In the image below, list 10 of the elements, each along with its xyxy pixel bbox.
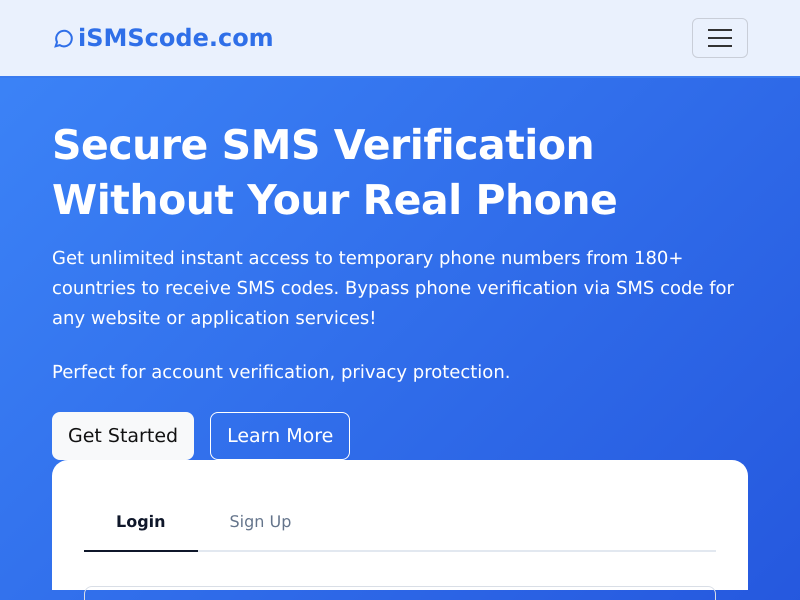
- hero-paragraph: Perfect for account verification, privacy protection.: [52, 361, 512, 385]
- tab[interactable]: Sign Up: [198, 500, 324, 552]
- menu-button[interactable]: [692, 18, 748, 58]
- menu-icon: [707, 28, 733, 48]
- hero-paragraph: Get unlimited instant access to temporary phone numbers from 180+ countries to receive SMS codes. Bypass phone verification via SMS code for any website or application services!: [52, 247, 735, 331]
- site-logo[interactable]: iSMScode.com: [78, 20, 274, 56]
- tab[interactable]: Login: [84, 500, 198, 552]
- get-started-button[interactable]: Get Started: [52, 412, 194, 460]
- chat-bubble-icon: [52, 27, 74, 49]
- hero-title: Secure SMS Verification Without Your Real Phone: [52, 120, 618, 226]
